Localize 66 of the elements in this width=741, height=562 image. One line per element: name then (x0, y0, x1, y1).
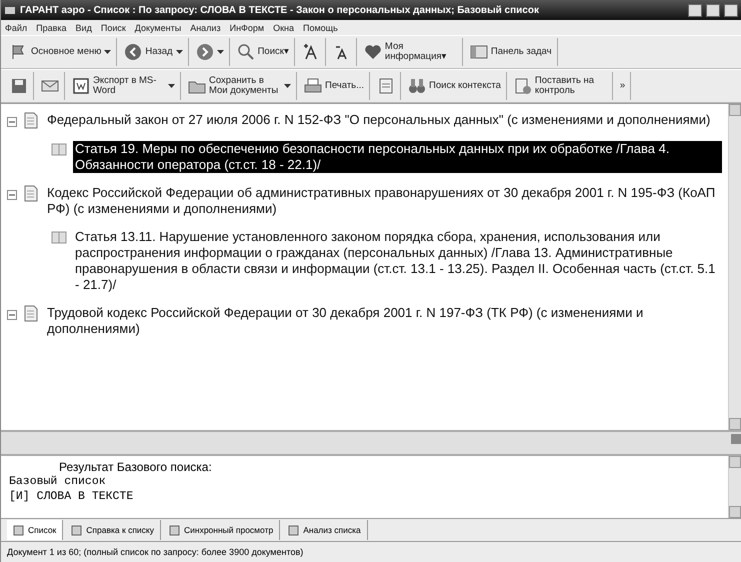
menu-item[interactable]: Документы (134, 22, 182, 32)
caret-icon (216, 50, 224, 54)
document-icon (23, 185, 39, 202)
caret-icon (284, 84, 291, 88)
overflow-button[interactable]: » (614, 72, 632, 100)
menu-item[interactable]: Окна (273, 22, 294, 32)
maximize-button[interactable] (706, 4, 720, 16)
toolbar-button[interactable]: Поиск▾ (232, 38, 295, 66)
caret-icon (176, 50, 183, 54)
document-title[interactable]: Кодекс Российской Федерации об административных правонарушениях от 30 декабря 2001 г. N 195-ФЗ (КоАП РФ) (с изменениями и дополнениями) (45, 185, 722, 217)
menu-item[interactable]: Помощь (303, 22, 338, 32)
query-line: Базовый список (9, 474, 107, 489)
panel-icon (470, 43, 488, 61)
printer-icon (304, 77, 322, 95)
toolbar-button[interactable]: Сохранить в Мои документы (183, 72, 297, 100)
save-icon (10, 77, 28, 95)
document-icon (23, 112, 39, 129)
page-icon (377, 77, 396, 95)
query-line: [И] СЛОВА В ТЕКСТЕ (9, 489, 134, 504)
result-heading: Результат Базового поиска: (58, 460, 213, 474)
heart-icon (364, 43, 382, 61)
collapse-icon[interactable] (7, 190, 17, 200)
tab-icon (71, 524, 82, 536)
document-icon (23, 305, 39, 322)
toolbar-button[interactable]: Поставить на контроль (508, 72, 613, 100)
binoculars-icon (408, 77, 426, 95)
tab-icon (288, 524, 300, 536)
tab[interactable]: Справка к списку (65, 520, 161, 540)
menu-item[interactable]: Вид (76, 22, 92, 32)
collapse-icon[interactable] (7, 310, 17, 320)
window-title: ГАРАНТ аэро - Список : По запросу: СЛОВА В ТЕКСТЕ - Закон о персональных данных; Базовый список (20, 4, 540, 16)
toolbar-button[interactable]: Моя информация▾ (358, 38, 463, 66)
toolbar-button[interactable]: Печать... (299, 72, 370, 100)
toolbar-button[interactable]: Назад (119, 38, 189, 66)
app-icon (4, 4, 16, 16)
scrollbar[interactable] (728, 456, 741, 518)
tab-icon (168, 524, 180, 536)
toolbar-button[interactable]: Панель задач (464, 38, 558, 66)
article-title[interactable]: Статья 13.11. Нарушение установленного законом порядка сбора, хранения, использования или распространения информации о гражданах (персональных данных) /Глава 13. Административные правонарушения в области связи и информации (ст.ст. 13.1 - 13.25). Раздел II. Особенная часть (ст.ст. 5.1 - 21.7)/ (73, 229, 722, 293)
menu-item[interactable]: Поиск (100, 22, 126, 32)
menu-item[interactable]: ИнФорм (230, 22, 264, 32)
article-icon (51, 141, 67, 158)
minimize-button[interactable] (688, 4, 702, 16)
toolbar-button[interactable]: Экспорт в MS-Word (67, 72, 181, 100)
menu-item[interactable]: Правка (36, 22, 67, 32)
close-button[interactable] (724, 4, 738, 16)
tab[interactable]: Анализ списка (282, 520, 368, 540)
tab[interactable]: Список (7, 520, 64, 540)
document-clock-icon (514, 77, 532, 95)
menu-item[interactable]: Анализ (190, 22, 221, 32)
collapse-icon[interactable] (7, 117, 17, 127)
toolbar-button[interactable]: Поиск контекста (403, 72, 507, 100)
word-document-icon (72, 77, 90, 95)
search-icon (236, 43, 255, 61)
toolbar-button[interactable]: Основное меню (5, 38, 118, 66)
article-icon (51, 229, 67, 246)
document-title[interactable]: Трудовой кодекс Российской Федерации от 30 декабря 2001 г. N 197-ФЗ (ТК РФ) (с изменениями и дополнениями) (45, 305, 722, 337)
scrollbar[interactable] (728, 104, 741, 430)
document-title[interactable]: Федеральный закон от 27 июля 2006 г. N 152-ФЗ "О персональных данных" (с изменениями и дополнениями) (45, 112, 712, 128)
article-title[interactable]: Статья 19. Меры по обеспечению безопасности персональных данных при их обработке /Глава 4. Обязанности оператора (ст.ст. 18 - 22.1)/ (73, 141, 722, 173)
menu-item[interactable]: Файл (5, 22, 28, 32)
status-bar: Документ 1 из 60; (полный список по запросу: более 3900 документов) (1, 541, 741, 562)
tab[interactable]: Синхронный просмотр (162, 520, 280, 540)
caret-icon (168, 84, 175, 88)
tab-icon (13, 524, 24, 536)
caret-icon (104, 50, 112, 54)
